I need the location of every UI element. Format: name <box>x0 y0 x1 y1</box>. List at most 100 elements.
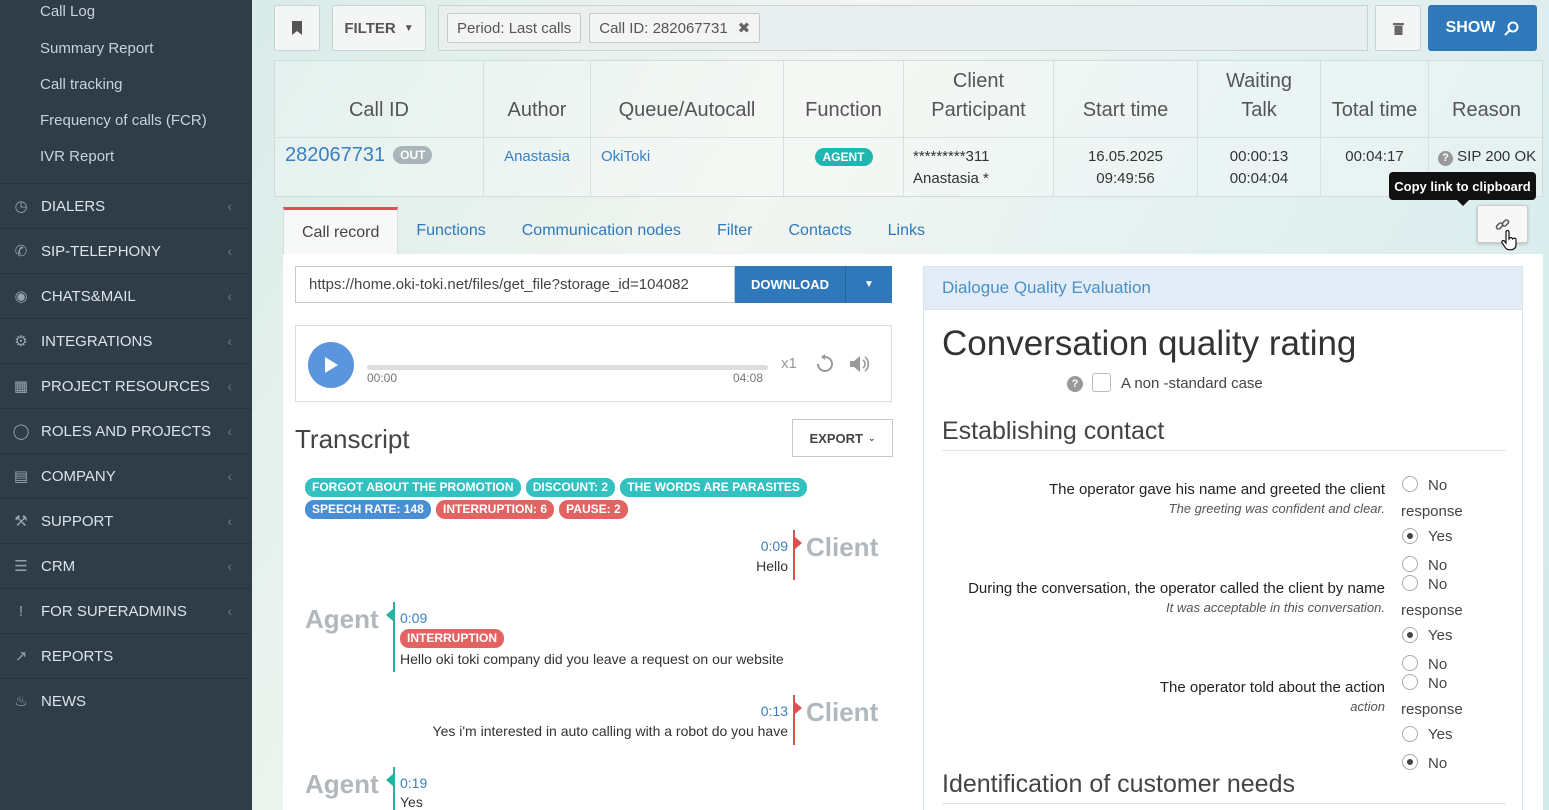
radio-no-response[interactable] <box>1402 575 1418 591</box>
list-icon: ☰ <box>14 558 28 575</box>
export-button[interactable]: EXPORT ⌄ <box>792 419 893 457</box>
col-header-call-id[interactable]: Call ID <box>275 61 484 137</box>
quality-evaluation-panel: Dialogue Quality Evaluation Conversation… <box>923 266 1523 810</box>
tag-interruption: INTERRUPTION: 6 <box>435 500 554 519</box>
tab-call-record[interactable]: Call record <box>283 207 399 255</box>
close-icon[interactable]: ✖ <box>738 19 751 37</box>
sidebar-section-company[interactable]: ▤ COMPANY ‹ <box>0 453 252 498</box>
sidebar-section-reports[interactable]: ↗ REPORTS <box>0 633 252 678</box>
filter-chips: Period: Last calls Call ID: 282067731 ✖ <box>438 5 1368 51</box>
speaker-client: Client <box>806 532 879 562</box>
question-text: The operator told about the action <box>1159 679 1385 696</box>
call-record-panel: https://home.oki-toki.net/files/get_file… <box>283 254 1543 810</box>
record-url-input[interactable]: https://home.oki-toki.net/files/get_file… <box>295 266 735 303</box>
radio-no-response[interactable] <box>1402 674 1418 690</box>
sidebar-item-summary-report[interactable]: Summary Report <box>40 40 153 57</box>
sidebar-section-dialers[interactable]: ◷ DIALERS ‹ <box>0 183 252 228</box>
volume-icon[interactable] <box>849 354 871 374</box>
radio-no[interactable] <box>1402 556 1418 572</box>
question-subtext: It was acceptable in this conversation. <box>1166 600 1385 615</box>
sidebar-section-crm[interactable]: ☰ CRM ‹ <box>0 543 252 588</box>
sidebar-item-call-log[interactable]: Call Log <box>40 3 95 20</box>
filter-bar: FILTER ▼ Period: Last calls Call ID: 2820… <box>274 5 1543 51</box>
chevron-left-icon: ‹ <box>227 603 232 619</box>
message-text: Hello <box>756 558 788 574</box>
message-text: Yes i'm interested in auto calling with … <box>432 723 788 739</box>
radio-no[interactable] <box>1402 655 1418 671</box>
message-time[interactable]: 0:09 <box>761 538 788 554</box>
sidebar-section-integrations[interactable]: ⚙ INTEGRATIONS ‹ <box>0 318 252 363</box>
radio-yes[interactable] <box>1402 726 1418 742</box>
message-time[interactable]: 0:09 <box>400 610 427 626</box>
radio-yes[interactable] <box>1402 627 1418 643</box>
author-link[interactable]: Anastasia <box>504 148 570 165</box>
sidebar-item-ivr-report[interactable]: IVR Report <box>40 148 114 165</box>
radio-no-response[interactable] <box>1402 476 1418 492</box>
replay-icon[interactable] <box>815 354 835 374</box>
bookmark-button[interactable] <box>274 5 320 51</box>
show-button[interactable]: SHOW <box>1428 5 1537 51</box>
speed-button[interactable]: x1 <box>781 355 797 372</box>
sidebar-item-call-tracking[interactable]: Call tracking <box>40 76 123 93</box>
tag-forgot-promotion: FORGOT ABOUT THE PROMOTION <box>305 478 521 497</box>
sidebar-section-news[interactable]: ♨ NEWS <box>0 678 252 723</box>
nonstandard-checkbox[interactable] <box>1092 373 1111 392</box>
chevron-left-icon: ‹ <box>227 378 232 394</box>
call-id-link[interactable]: 282067731 <box>285 144 385 166</box>
col-header-reason[interactable]: Reason <box>1429 61 1544 137</box>
filter-button[interactable]: FILTER ▼ <box>332 5 426 51</box>
chevron-left-icon: ‹ <box>227 288 232 304</box>
detail-tabs: Call record Functions Communication node… <box>283 207 943 255</box>
col-header-waiting[interactable]: Waiting Talk <box>1198 61 1321 137</box>
speaker-agent: Agent <box>305 769 379 799</box>
chevron-down-icon: ⌄ <box>867 432 876 443</box>
chat-icon: ◉ <box>14 288 28 305</box>
col-header-function[interactable]: Function <box>784 61 904 137</box>
main-area: FILTER ▼ Period: Last calls Call ID: 2820… <box>252 0 1549 810</box>
play-button[interactable] <box>308 342 354 388</box>
sidebar-section-project-resources[interactable]: ▦ PROJECT RESOURCES ‹ <box>0 363 252 408</box>
cell-start-time: 16.05.2025 09:49:56 <box>1054 137 1198 197</box>
chip-period[interactable]: Period: Last calls <box>447 13 582 43</box>
sidebar-section-sip-telephony[interactable]: ✆ SIP-TELEPHONY ‹ <box>0 228 252 273</box>
progress-track[interactable] <box>367 365 768 370</box>
queue-link[interactable]: OkiToki <box>601 148 650 165</box>
col-header-client[interactable]: Client Participant <box>904 61 1054 137</box>
cell-function: AGENT <box>784 137 904 197</box>
client-marker <box>795 537 802 549</box>
help-icon[interactable]: ? <box>1067 376 1083 392</box>
col-header-total[interactable]: Total time <box>1321 61 1429 137</box>
chevron-down-icon: ▼ <box>864 279 874 290</box>
sidebar-section-superadmins[interactable]: ! FOR SUPERADMINS ‹ <box>0 588 252 633</box>
tab-communication-nodes[interactable]: Communication nodes <box>504 207 699 255</box>
wrench-icon: ⚒ <box>14 513 28 530</box>
question-text: The operator gave his name and greeted t… <box>1048 481 1385 498</box>
sidebar-section-chats-mail[interactable]: ◉ CHATS&MAIL ‹ <box>0 273 252 318</box>
tag-words-parasites: THE WORDS ARE PARASITES <box>620 478 807 497</box>
radio-no[interactable] <box>1402 754 1418 770</box>
tab-contacts[interactable]: Contacts <box>771 207 870 255</box>
clear-filter-button[interactable] <box>1375 5 1421 51</box>
copy-link-tooltip: Copy link to clipboard <box>1389 172 1536 206</box>
question-subtext: action <box>1350 699 1385 714</box>
message-time[interactable]: 0:19 <box>400 775 427 791</box>
sidebar-section-roles-projects[interactable]: ◯ ROLES AND PROJECTS ‹ <box>0 408 252 453</box>
col-header-queue[interactable]: Queue/Autocall <box>591 61 784 137</box>
message-time[interactable]: 0:13 <box>761 703 788 719</box>
sidebar-section-support[interactable]: ⚒ SUPPORT ‹ <box>0 498 252 543</box>
copy-link-button[interactable] <box>1477 205 1528 251</box>
help-icon[interactable]: ? <box>1438 151 1453 166</box>
col-header-author[interactable]: Author <box>484 61 591 137</box>
radio-yes[interactable] <box>1402 528 1418 544</box>
exclamation-icon: ! <box>18 602 24 620</box>
chip-call-id[interactable]: Call ID: 282067731 ✖ <box>589 13 761 43</box>
agent-line <box>393 602 395 672</box>
tab-links[interactable]: Links <box>870 207 943 255</box>
tab-filter[interactable]: Filter <box>699 207 771 255</box>
tab-functions[interactable]: Functions <box>398 207 503 255</box>
col-header-start-time[interactable]: Start time <box>1054 61 1198 137</box>
download-dropdown-button[interactable]: ▼ <box>845 266 892 303</box>
chevron-left-icon: ‹ <box>227 243 232 259</box>
sidebar-item-fcr[interactable]: Frequency of calls (FCR) <box>40 112 207 129</box>
download-button[interactable]: DOWNLOAD <box>735 266 845 303</box>
